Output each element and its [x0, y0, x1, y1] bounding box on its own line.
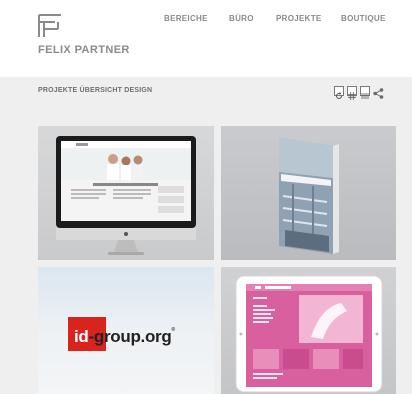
page-title: PROJEKTE ÜBERSICHT DESIGN: [38, 87, 153, 94]
share-glyph-icon: [373, 88, 384, 99]
nav-item-bereiche[interactable]: BEREICHE: [164, 14, 208, 23]
nav-item-buero[interactable]: BÜRO: [229, 14, 254, 23]
project-tile-ipad[interactable]: [221, 267, 396, 394]
main-nav: BEREICHE BÜRO PROJEKTE BOUTIQUE: [0, 14, 412, 28]
architecture-book-image: [279, 138, 339, 254]
refresh-icon[interactable]: [334, 86, 344, 99]
ipad-mockup-image: [235, 275, 383, 393]
project-tile-id-group[interactable]: id-group.org®: [38, 267, 214, 394]
list-view-icon[interactable]: [360, 86, 370, 99]
project-grid: id-group.org®: [0, 107, 412, 394]
nav-item-boutique[interactable]: BOUTIQUE: [341, 14, 386, 23]
list-glyph-icon: [361, 93, 369, 99]
grid-glyph-icon: [348, 92, 356, 100]
sub-header-bar: PROJEKTE ÜBERSICHT DESIGN: [0, 77, 412, 107]
imac-mockup-image: [56, 136, 196, 255]
nav-item-projekte[interactable]: PROJEKTE: [276, 14, 322, 23]
grid-view-icon[interactable]: [347, 86, 357, 100]
share-icon[interactable]: [373, 86, 384, 99]
id-group-logo-text: id-group.org®: [74, 327, 175, 346]
brand-name: FELIX PARTNER: [38, 44, 130, 56]
refresh-glyph-icon: [336, 92, 342, 99]
project-tile-imac[interactable]: [38, 126, 214, 260]
project-tile-book[interactable]: [221, 126, 396, 260]
